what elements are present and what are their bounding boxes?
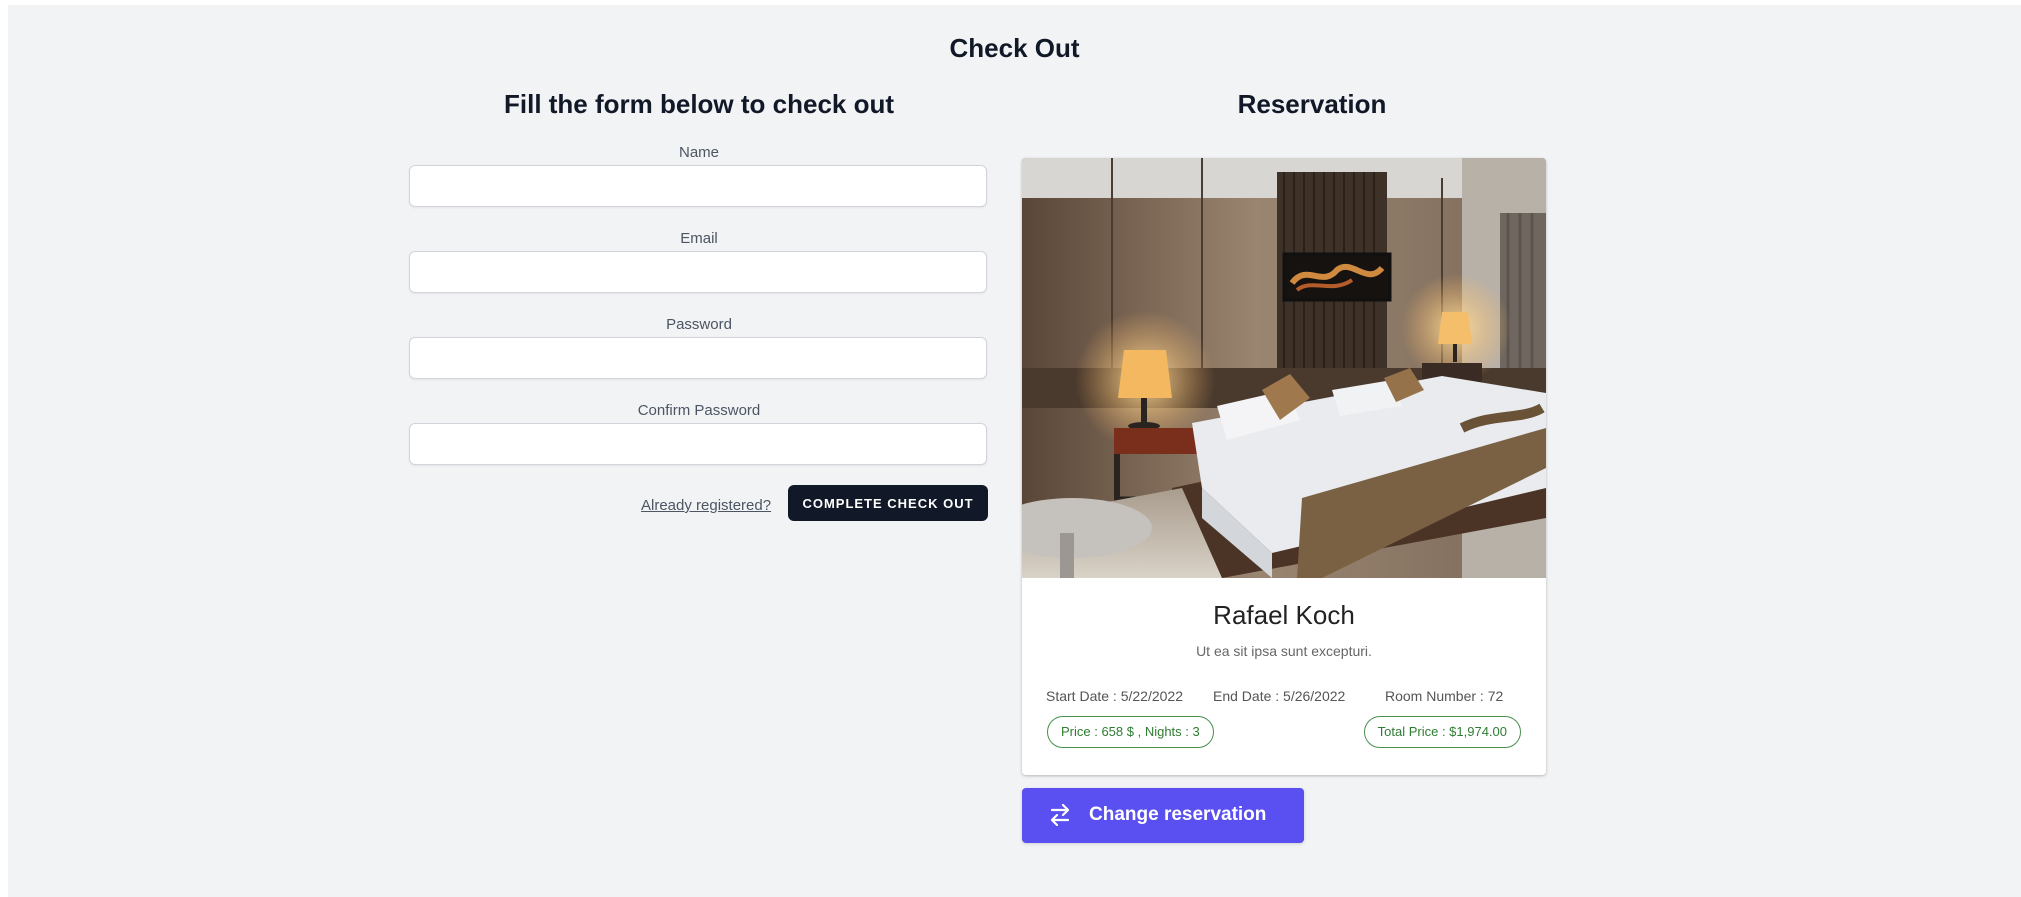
- change-reservation-label: Change reservation: [1089, 804, 1267, 825]
- name-label: Name: [678, 144, 719, 161]
- swap-arrows-icon: [1050, 804, 1070, 826]
- password-input[interactable]: [409, 337, 987, 379]
- email-label: Email: [680, 230, 718, 247]
- complete-checkout-button[interactable]: COMPLETE CHECK OUT: [788, 485, 988, 521]
- page-title: Check Out: [949, 33, 1080, 63]
- checkout-page: Check Out Fill the form below to check o…: [8, 5, 2021, 897]
- price-nights-chip: Price : 658 $ , Nights : 3: [1047, 716, 1214, 748]
- email-input[interactable]: [409, 251, 987, 293]
- guest-name: Rafael Koch: [1213, 600, 1355, 630]
- confirm-password-input[interactable]: [409, 423, 987, 465]
- form-title: Fill the form below to check out: [503, 89, 895, 119]
- reservation-description: Ut ea sit ipsa sunt excepturi.: [1196, 643, 1372, 659]
- hotel-room-image: [1022, 158, 1546, 578]
- room-number: Room Number : 72: [1385, 688, 1504, 704]
- total-price-chip: Total Price : $1,974.00: [1363, 716, 1521, 748]
- start-date: Start Date : 5/22/2022: [1046, 688, 1183, 704]
- change-reservation-button[interactable]: Change reservation: [1022, 788, 1304, 843]
- password-label: Password: [666, 316, 732, 333]
- confirm-password-label: Confirm Password: [637, 402, 761, 419]
- already-registered-link[interactable]: Already registered?: [641, 497, 771, 514]
- name-input[interactable]: [409, 165, 987, 207]
- end-date: End Date : 5/26/2022: [1213, 688, 1346, 704]
- reservation-card: Rafael Koch Ut ea sit ipsa sunt exceptur…: [1022, 158, 1546, 775]
- reservation-title: Reservation: [1237, 89, 1387, 119]
